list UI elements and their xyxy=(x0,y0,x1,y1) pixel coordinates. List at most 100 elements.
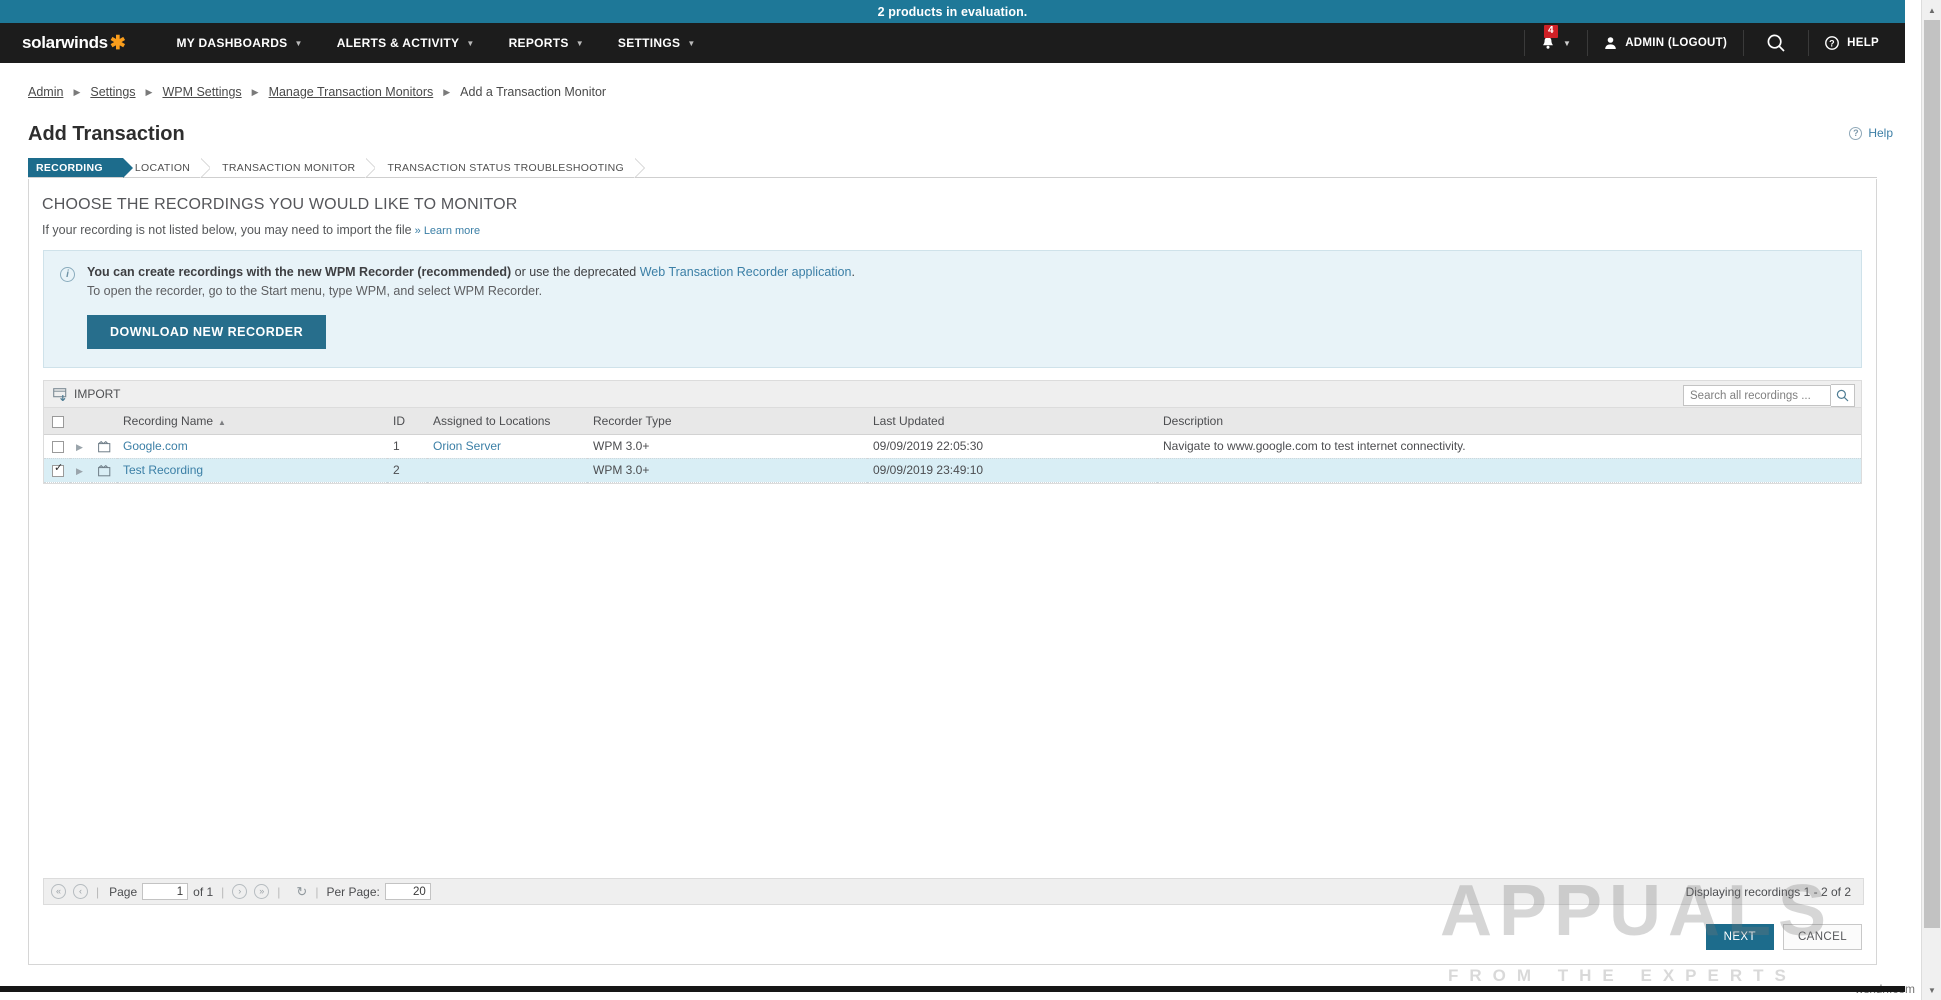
info-line-1-bold: You can create recordings with the new W… xyxy=(87,265,512,279)
scrollbar-thumb[interactable] xyxy=(1924,20,1940,928)
displaying-count-label: Displaying recordings 1 - 2 of 2 xyxy=(1685,884,1851,899)
select-all-checkbox[interactable] xyxy=(52,415,64,428)
per-page-label: Per Page: xyxy=(326,884,380,899)
main-content-panel: CHOOSE THE RECORDINGS YOU WOULD LIKE TO … xyxy=(28,179,1877,965)
recording-name-link[interactable]: Google.com xyxy=(123,439,188,453)
next-page-button[interactable]: › xyxy=(232,884,248,899)
breadcrumb-item-wpm-settings[interactable]: WPM Settings xyxy=(162,85,241,99)
per-page-input[interactable] xyxy=(384,883,431,900)
column-header-description[interactable]: Description xyxy=(1157,408,1861,435)
recording-film-icon xyxy=(98,464,111,477)
recording-name-link[interactable]: Test Recording xyxy=(123,463,203,477)
cell-last-updated: 09/09/2019 23:49:10 xyxy=(867,458,1157,483)
notifications-menu[interactable]: 4 ▼ xyxy=(1525,23,1587,63)
column-header-assigned-to-locations[interactable]: Assigned to Locations xyxy=(427,408,587,435)
nav-item-settings[interactable]: SETTINGS ▼ xyxy=(601,23,713,63)
cell-description xyxy=(1157,458,1861,483)
row-checkbox[interactable] xyxy=(52,440,64,453)
admin-label: ADMIN (LOGOUT) xyxy=(1625,37,1728,49)
row-checkbox[interactable] xyxy=(52,463,64,477)
table-row[interactable]: ▶ Test Recording 2 W xyxy=(44,458,1861,483)
sort-ascending-icon: ▲ xyxy=(218,417,226,427)
search-icon xyxy=(1836,389,1849,402)
expand-row-icon[interactable]: ▶ xyxy=(76,466,83,477)
select-all-header xyxy=(44,408,70,435)
wizard-step-transaction-monitor[interactable]: TRANSACTION MONITOR xyxy=(210,158,377,178)
cell-recorder-type: WPM 3.0+ xyxy=(587,458,867,483)
section-subtext-label: If your recording is not listed below, y… xyxy=(42,223,412,237)
page-bottom-bar xyxy=(0,986,1905,992)
breadcrumb: Admin ▶ Settings ▶ WPM Settings ▶ Manage… xyxy=(28,85,606,99)
cell-last-updated: 09/09/2019 22:05:30 xyxy=(867,434,1157,459)
row-expander-cell: ▶ xyxy=(70,434,92,459)
recordings-table: Recording Name ▲ ID Assigned to Locations… xyxy=(44,408,1861,483)
web-transaction-recorder-link[interactable]: Web Transaction Recorder application xyxy=(640,265,852,279)
cell-recording-name: Test Recording xyxy=(117,458,387,483)
first-page-button[interactable]: « xyxy=(51,884,66,899)
cancel-button[interactable]: CANCEL xyxy=(1782,924,1862,950)
expand-row-icon[interactable]: ▶ xyxy=(76,442,83,453)
nav-item-label: SETTINGS xyxy=(617,36,681,50)
breadcrumb-item-settings[interactable]: Settings xyxy=(90,85,135,99)
wizard-steps: RECORDING LOCATION TRANSACTION MONITOR T… xyxy=(28,158,1877,178)
global-search-button[interactable] xyxy=(1744,23,1808,63)
download-new-recorder-button[interactable]: DOWNLOAD NEW RECORDER xyxy=(87,315,327,349)
vertical-scrollbar[interactable]: ▲ ▼ xyxy=(1921,0,1941,1000)
cell-assigned-to-locations: Orion Server xyxy=(427,434,587,459)
flame-icon: ✱ xyxy=(109,32,126,54)
chevron-down-icon: ▼ xyxy=(575,38,584,48)
page-help-label: Help xyxy=(1868,126,1893,140)
nav-item-alerts-activity[interactable]: ALERTS & ACTIVITY ▼ xyxy=(320,23,492,63)
wizard-step-recording[interactable]: RECORDING xyxy=(28,158,133,178)
column-header-recorder-type[interactable]: Recorder Type xyxy=(587,408,867,435)
learn-more-link[interactable]: » Learn more xyxy=(415,225,480,237)
column-header-id[interactable]: ID xyxy=(387,408,427,435)
help-menu[interactable]: ? HELP xyxy=(1809,23,1905,63)
breadcrumb-separator-icon: ▶ xyxy=(73,86,81,97)
refresh-icon[interactable]: ↻ xyxy=(296,884,307,900)
info-line-1: You can create recordings with the new W… xyxy=(87,265,1845,279)
wizard-step-location[interactable]: LOCATION xyxy=(122,158,212,178)
table-body: ▶ Google.com 1 Orion Server WPM 3.0+ 09/… xyxy=(44,434,1861,483)
next-button[interactable]: NEXT xyxy=(1705,924,1774,950)
question-circle-icon: ? xyxy=(1825,36,1840,50)
search-icon xyxy=(1767,34,1785,52)
cell-assigned-to-locations xyxy=(427,458,587,483)
search-submit-button[interactable] xyxy=(1831,384,1855,407)
last-page-button[interactable]: » xyxy=(254,884,270,899)
assigned-location-link[interactable]: Orion Server xyxy=(433,439,501,453)
breadcrumb-item-manage-transaction-monitors[interactable]: Manage Transaction Monitors xyxy=(269,85,434,99)
wizard-step-label: LOCATION xyxy=(134,161,191,174)
table-row[interactable]: ▶ Google.com 1 Orion Server WPM 3.0+ 09/… xyxy=(44,434,1861,459)
cell-description: Navigate to www.google.com to test inter… xyxy=(1157,434,1861,459)
import-label: IMPORT xyxy=(74,387,121,401)
wizard-step-label: TRANSACTION MONITOR xyxy=(222,161,356,174)
row-icon-cell xyxy=(92,434,117,459)
cell-id: 2 xyxy=(387,458,427,483)
solarwinds-logo[interactable]: solarwinds ✱ xyxy=(22,32,126,54)
cell-id: 1 xyxy=(387,434,427,459)
nav-item-reports[interactable]: REPORTS ▼ xyxy=(492,23,601,63)
bell-icon: 4 xyxy=(1541,24,1558,51)
nav-item-my-dashboards[interactable]: MY DASHBOARDS ▼ xyxy=(159,23,319,63)
admin-account-menu[interactable]: ADMIN (LOGOUT) xyxy=(1588,23,1743,63)
import-button[interactable]: IMPORT xyxy=(53,387,120,401)
page-help-link[interactable]: ? Help xyxy=(1849,126,1893,140)
breadcrumb-item-admin[interactable]: Admin xyxy=(28,85,63,99)
search-input[interactable] xyxy=(1683,385,1831,406)
column-header-last-updated[interactable]: Last Updated xyxy=(867,408,1157,435)
evaluation-banner: 2 products in evaluation. xyxy=(0,0,1905,23)
nav-item-label: REPORTS xyxy=(508,36,569,50)
chevron-down-icon: ▼ xyxy=(466,38,475,48)
pagination-divider: | xyxy=(315,884,319,899)
wizard-step-transaction-status-troubleshooting[interactable]: TRANSACTION STATUS TROUBLESHOOTING xyxy=(375,158,645,178)
page-number-input[interactable] xyxy=(142,883,189,900)
scroll-down-arrow-icon[interactable]: ▼ xyxy=(1922,980,1941,1000)
column-header-recording-name[interactable]: Recording Name ▲ xyxy=(117,408,387,435)
scroll-up-arrow-icon[interactable]: ▲ xyxy=(1922,0,1941,20)
chevron-down-icon: ▼ xyxy=(294,38,303,48)
breadcrumb-separator-icon: ▶ xyxy=(251,86,259,97)
icon-header xyxy=(92,408,117,435)
wizard-actions: NEXT CANCEL xyxy=(1705,924,1862,950)
previous-page-button[interactable]: ‹ xyxy=(73,884,88,899)
